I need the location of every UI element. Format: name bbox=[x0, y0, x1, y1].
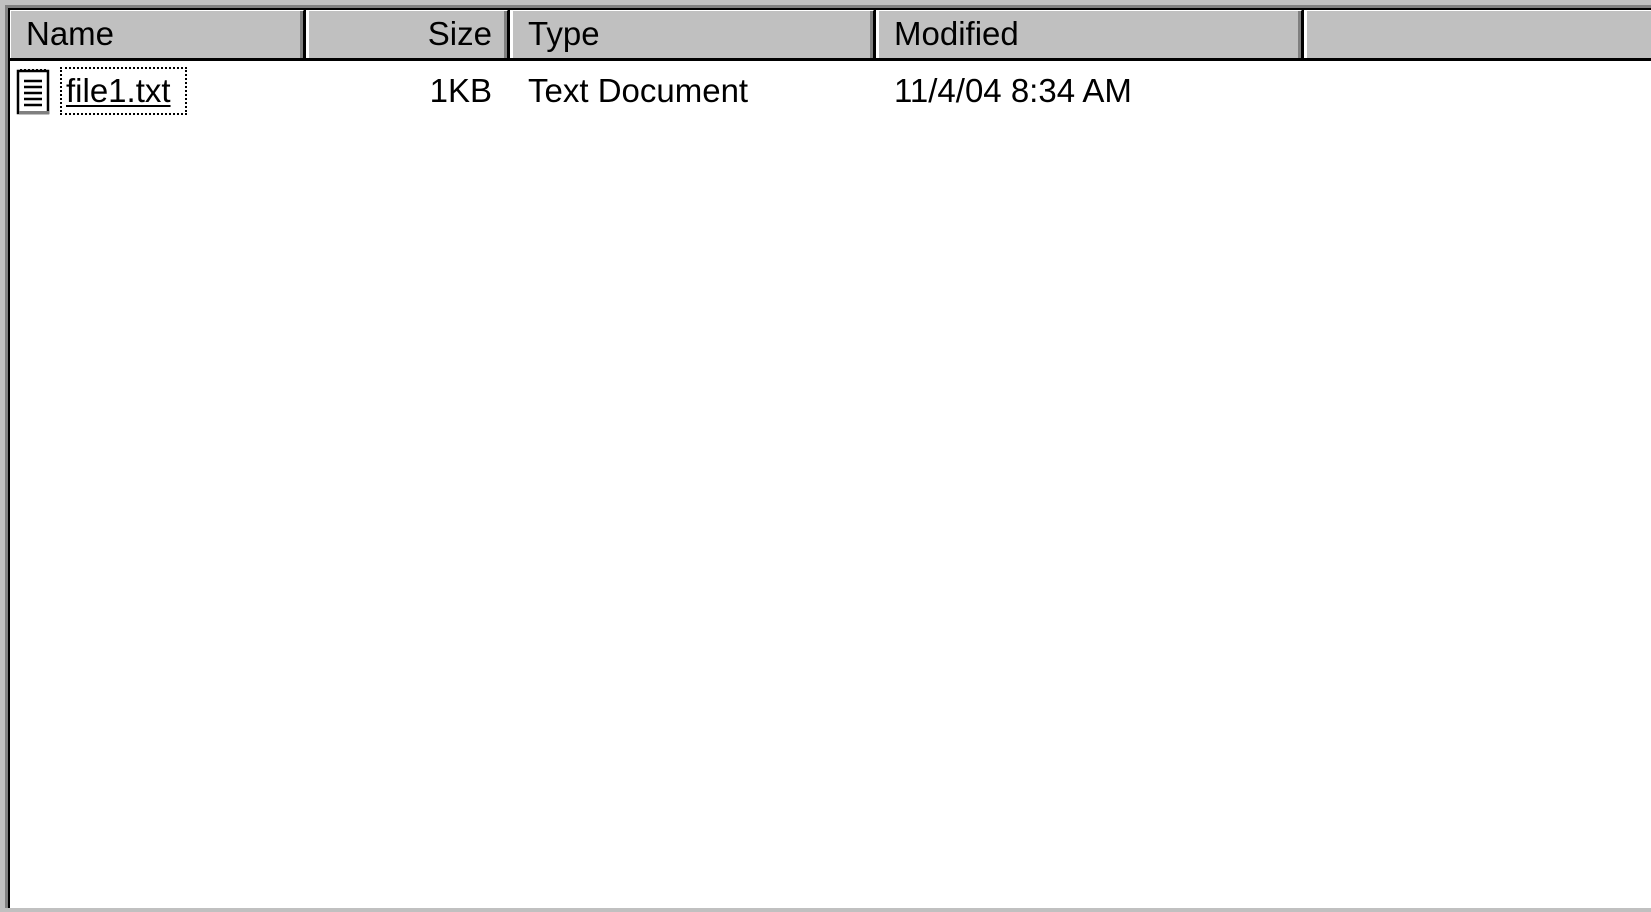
file-name-label[interactable]: file1.txt bbox=[60, 67, 187, 115]
file-row[interactable]: file1.txt 1KB Text Document 11/4/04 8:34… bbox=[8, 61, 1651, 121]
column-header-modified[interactable]: Modified bbox=[876, 8, 1304, 58]
text-document-icon bbox=[16, 69, 50, 115]
column-header-row: Name Size Type Modified bbox=[8, 8, 1651, 61]
file-name-cell[interactable]: file1.txt bbox=[8, 67, 306, 115]
column-header-name[interactable]: Name bbox=[8, 8, 306, 58]
column-header-type[interactable]: Type bbox=[510, 8, 876, 58]
column-header-size[interactable]: Size bbox=[306, 8, 510, 58]
column-header-empty bbox=[1304, 8, 1651, 58]
file-type-cell: Text Document bbox=[528, 72, 749, 109]
file-modified-cell: 11/4/04 8:34 AM bbox=[894, 72, 1132, 109]
file-rows: file1.txt 1KB Text Document 11/4/04 8:34… bbox=[8, 61, 1651, 121]
file-list-view[interactable]: Name Size Type Modified file1.txt 1KB Te… bbox=[5, 5, 1651, 908]
file-size-cell: 1KB bbox=[429, 72, 492, 109]
